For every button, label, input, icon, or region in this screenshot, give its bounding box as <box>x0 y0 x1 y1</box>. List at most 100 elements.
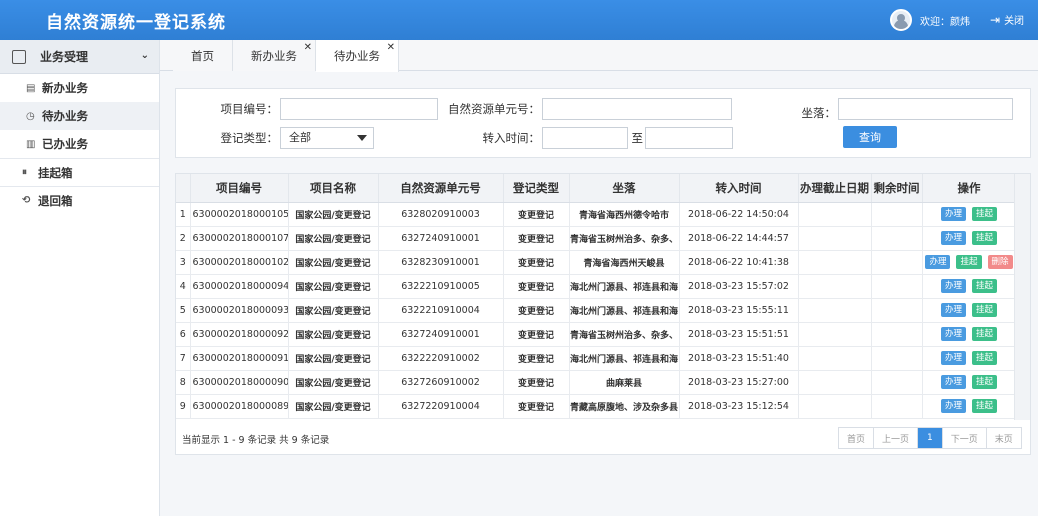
project-no-cell: 6300002018000094 <box>190 274 289 299</box>
time-label: 转入时间： <box>482 131 541 145</box>
row-index: 4 <box>176 274 191 299</box>
project-no-cell: 6300002018000102 <box>190 250 289 275</box>
table-scrollbar[interactable] <box>1014 174 1030 420</box>
deadline-cell <box>798 226 872 251</box>
location-cell: 海北州门源县、祁连县和海 <box>569 346 680 371</box>
time-start-input[interactable] <box>542 127 628 149</box>
table-row[interactable]: 5 6300002018000093 国家公园/变更登记 6322210910004 变… <box>176 298 1017 323</box>
tab-label: 待办业务 <box>334 49 380 63</box>
actions-cell: 办理 挂起 <box>922 226 1017 251</box>
suspend-button[interactable]: 挂起 <box>972 279 998 293</box>
project-no-cell: 6300002018000089 <box>190 394 289 419</box>
col-header-time: 转入时间 <box>679 174 799 203</box>
suspend-button[interactable]: 挂起 <box>972 303 998 317</box>
suspend-button[interactable]: 挂起 <box>972 207 998 221</box>
handle-button[interactable]: 办理 <box>940 351 966 365</box>
table-row[interactable]: 8 6300002018000090 国家公园/变更登记 6327260910002 变… <box>176 370 1017 395</box>
table-row[interactable]: 1 6300002018000105 国家公园/变更登记 6328020910003 变… <box>176 202 1017 227</box>
reg-type-select[interactable]: 全部 <box>280 127 374 149</box>
table-row[interactable]: 6 6300002018000092 国家公园/变更登记 6327240910001 变… <box>176 322 1017 347</box>
project-no-cell: 6300002018000105 <box>190 202 289 227</box>
handle-button[interactable]: 办理 <box>940 375 966 389</box>
suspend-button[interactable]: 挂起 <box>972 231 998 245</box>
caret-down-icon <box>357 135 367 141</box>
project-no-label: 项目编号： <box>220 102 279 116</box>
col-header-project-name: 项目名称 <box>288 174 379 203</box>
row-index: 7 <box>176 346 191 371</box>
handle-button[interactable]: 办理 <box>940 327 966 341</box>
sidebar-item-suspended[interactable]: ⏸ 挂起箱 <box>0 158 159 186</box>
page-current-button[interactable]: 1 <box>918 428 943 448</box>
actions-cell: 办理 挂起 <box>922 394 1017 419</box>
page-last-button[interactable]: 末页 <box>986 428 1021 448</box>
reg-type-cell: 变更登记 <box>503 346 570 371</box>
reg-type-cell: 变更登记 <box>503 298 570 323</box>
logout-button[interactable]: ⇥ 关闭 <box>990 12 1024 28</box>
delete-button[interactable]: 删除 <box>987 255 1013 269</box>
time-cell: 2018-03-23 15:27:00 <box>679 370 799 395</box>
app-title: 自然资源统一登记系统 <box>46 13 226 33</box>
time-end-input[interactable] <box>645 127 733 149</box>
unit-no-input[interactable] <box>542 98 732 120</box>
pagination-info: 当前显示 1 - 9 条记录 共 9 条记录 <box>182 435 330 446</box>
location-cell: 海北州门源县、祁连县和海 <box>569 298 680 323</box>
tab-home[interactable]: 首页 <box>173 40 233 71</box>
top-header: 自然资源统一登记系统 欢迎：颜炜 ⇥ 关闭 <box>0 0 1038 40</box>
remaining-cell <box>871 370 923 395</box>
reg-type-cell: 变更登记 <box>503 322 570 347</box>
col-header-reg-type: 登记类型 <box>503 174 570 203</box>
doc-icon: ▥ <box>26 138 36 150</box>
sidebar-item-returned[interactable]: ⟲ 退回箱 <box>0 186 159 214</box>
unit-no-cell: 6328020910003 <box>378 202 504 227</box>
table-row[interactable]: 4 6300002018000094 国家公园/变更登记 6322210910005 变… <box>176 274 1017 299</box>
col-header-unit-no: 自然资源单元号 <box>378 174 504 203</box>
project-no-cell: 6300002018000107 <box>190 226 289 251</box>
suspend-button[interactable]: 挂起 <box>972 327 998 341</box>
sidebar-item-done[interactable]: ▥ 已办业务 <box>0 130 159 158</box>
suspend-button[interactable]: 挂起 <box>956 255 982 269</box>
handle-button[interactable]: 办理 <box>940 231 966 245</box>
reg-type-label: 登记类型： <box>220 131 279 145</box>
tab-new-business[interactable]: 新办业务 ✕ <box>233 40 316 71</box>
close-icon[interactable]: ✕ <box>304 42 312 53</box>
row-index: 9 <box>176 394 191 419</box>
sidebar-item-new[interactable]: ▤ 新办业务 <box>0 74 159 102</box>
project-no-input[interactable] <box>280 98 438 120</box>
page-prev-button[interactable]: 上一页 <box>874 428 919 448</box>
suspend-button[interactable]: 挂起 <box>972 351 998 365</box>
close-icon[interactable]: ✕ <box>387 42 395 53</box>
deadline-cell <box>798 370 872 395</box>
table-header-row: 项目编号 项目名称 自然资源单元号 登记类型 坐落 转入时间 办理截止日期 剩余… <box>176 174 1017 203</box>
welcome-text: 欢迎：颜炜 <box>920 16 970 28</box>
project-no-cell: 6300002018000090 <box>190 370 289 395</box>
table-row[interactable]: 7 6300002018000091 国家公园/变更登记 6322220910002 变… <box>176 346 1017 371</box>
unit-no-cell: 6322210910005 <box>378 274 504 299</box>
table-row[interactable]: 9 6300002018000089 国家公园/变更登记 6327220910004 变… <box>176 394 1017 419</box>
query-button[interactable]: 查询 <box>843 126 897 148</box>
time-cell: 2018-06-22 14:50:04 <box>679 202 799 227</box>
actions-cell: 办理 挂起 <box>922 202 1017 227</box>
tab-pending-business[interactable]: 待办业务 ✕ <box>316 40 399 72</box>
reg-type-value: 全部 <box>289 131 311 144</box>
location-cell: 青海省玉树州治多、杂多、 <box>569 322 680 347</box>
table-row[interactable]: 3 6300002018000102 国家公园/变更登记 6328230910001 变… <box>176 250 1017 275</box>
suspend-button[interactable]: 挂起 <box>972 399 998 413</box>
page-next-button[interactable]: 下一页 <box>942 428 987 448</box>
handle-button[interactable]: 办理 <box>940 303 966 317</box>
page-first-button[interactable]: 首页 <box>839 428 875 448</box>
table-row[interactable]: 2 6300002018000107 国家公园/变更登记 6327240910001 变… <box>176 226 1017 251</box>
handle-button[interactable]: 办理 <box>925 255 951 269</box>
col-header-deadline: 办理截止日期 <box>798 174 872 203</box>
location-input[interactable] <box>838 98 1013 120</box>
actions-cell: 办理 挂起 <box>922 322 1017 347</box>
handle-button[interactable]: 办理 <box>940 279 966 293</box>
sidebar-item-pending[interactable]: ◷ 待办业务 <box>0 102 159 130</box>
suspend-button[interactable]: 挂起 <box>972 375 998 389</box>
reg-type-cell: 变更登记 <box>503 274 570 299</box>
sidebar-group-business[interactable]: 业务受理 ⌄ <box>0 40 159 74</box>
col-header-index <box>176 174 191 203</box>
handle-button[interactable]: 办理 <box>940 399 966 413</box>
handle-button[interactable]: 办理 <box>940 207 966 221</box>
results-table: 项目编号 项目名称 自然资源单元号 登记类型 坐落 转入时间 办理截止日期 剩余… <box>176 174 1017 419</box>
tab-label: 首页 <box>191 48 214 63</box>
